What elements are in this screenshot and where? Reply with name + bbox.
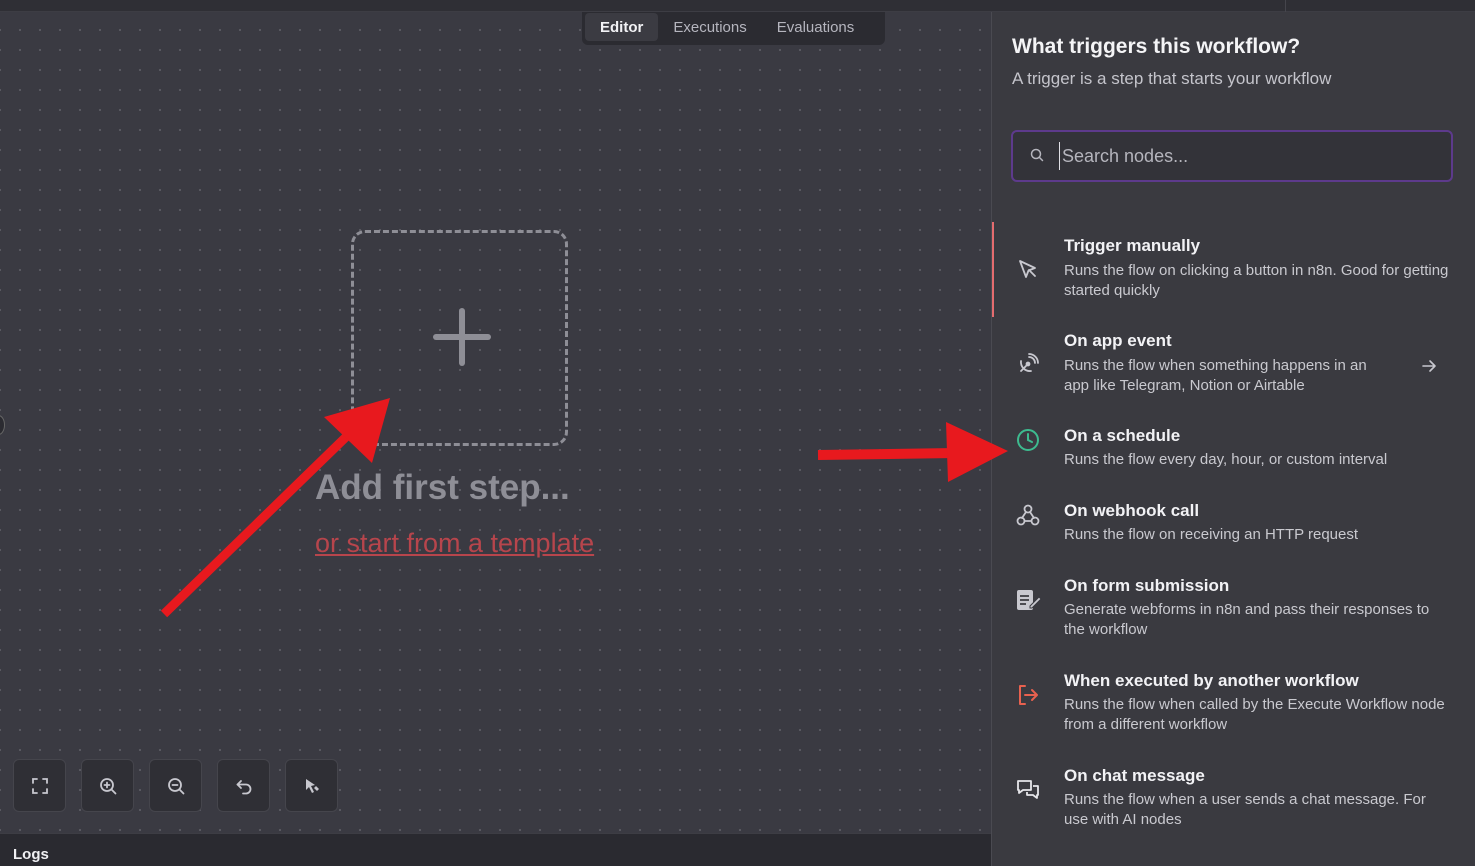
zoom-in-icon — [99, 777, 116, 794]
trigger-item-name: When executed by another workflow — [1064, 671, 1359, 690]
form-icon — [1014, 586, 1042, 614]
chat-icon — [1014, 776, 1042, 804]
trigger-item-desc: Runs the flow when something happens in … — [1064, 357, 1367, 394]
trigger-item-name: On webhook call — [1064, 501, 1200, 520]
arrow-right-icon — [1422, 360, 1436, 372]
trigger-item-desc: Runs the flow when a user sends a chat m… — [1064, 791, 1426, 828]
workflow-canvas[interactable]: Editor Executions Evaluations Add first … — [0, 12, 991, 833]
plus-icon-vertical — [459, 308, 465, 366]
logs-bar[interactable]: Logs — [0, 833, 991, 866]
sign-out-icon — [1014, 681, 1042, 709]
search-icon — [1030, 148, 1044, 162]
trigger-item-name: On form submission — [1064, 576, 1230, 595]
tab-executions[interactable]: Executions — [658, 13, 761, 41]
trigger-item-desc: Runs the flow when called by the Execute… — [1064, 696, 1445, 733]
top-bar — [0, 0, 1475, 12]
webhook-icon — [1014, 501, 1042, 529]
canvas-edge-handle[interactable] — [0, 415, 5, 435]
trigger-item-desc: Generate webforms in n8n and pass their … — [1064, 601, 1430, 638]
tab-editor[interactable]: Editor — [585, 13, 659, 41]
zoom-out-button[interactable] — [149, 759, 202, 812]
tab-evaluations[interactable]: Evaluations — [762, 13, 870, 41]
view-tabs: Editor Executions Evaluations — [582, 12, 885, 45]
trigger-item-name: On chat message — [1064, 766, 1205, 785]
search-box[interactable] — [1011, 130, 1453, 182]
tidy-up-button[interactable] — [285, 759, 338, 812]
top-bar-divider — [1285, 0, 1286, 12]
canvas-controls — [13, 759, 338, 812]
fit-view-icon — [31, 777, 48, 794]
cursor-icon — [1014, 255, 1042, 283]
add-first-step-button[interactable] — [351, 230, 568, 446]
undo-icon — [236, 779, 251, 794]
satellite-dish-icon — [1014, 350, 1042, 378]
trigger-item-app-event[interactable]: On app event Runs the flow when somethin… — [992, 317, 1475, 412]
trigger-item-desc: Runs the flow on receiving an HTTP reque… — [1064, 526, 1359, 543]
trigger-item-exec-workflow[interactable]: When executed by another workflow Runs t… — [992, 657, 1475, 752]
trigger-item-chat[interactable]: On chat message Runs the flow when a use… — [992, 752, 1475, 847]
start-from-template-link[interactable]: or start from a template — [315, 528, 594, 559]
trigger-item-manual[interactable]: Trigger manually Runs the flow on clicki… — [992, 222, 1475, 317]
undo-button[interactable] — [217, 759, 270, 812]
search-input[interactable] — [1059, 142, 1439, 170]
trigger-item-desc: Runs the flow on clicking a button in n8… — [1064, 262, 1449, 299]
trigger-panel: What triggers this workflow? A trigger i… — [991, 12, 1475, 866]
trigger-list: Trigger manually Runs the flow on clicki… — [992, 222, 1475, 847]
add-first-step-label: Add first step... — [315, 468, 570, 507]
fit-view-button[interactable] — [13, 759, 66, 812]
trigger-item-form[interactable]: On form submission Generate webforms in … — [992, 562, 1475, 657]
trigger-item-schedule[interactable]: On a schedule Runs the flow every day, h… — [992, 412, 1475, 487]
tidy-up-icon — [305, 778, 319, 793]
trigger-item-desc: Runs the flow every day, hour, or custom… — [1064, 451, 1388, 468]
trigger-item-name: Trigger manually — [1064, 236, 1201, 255]
trigger-item-webhook[interactable]: On webhook call Runs the flow on receivi… — [992, 487, 1475, 562]
zoom-in-button[interactable] — [81, 759, 134, 812]
zoom-out-icon — [167, 777, 184, 794]
trigger-item-name: On app event — [1064, 331, 1172, 350]
panel-subtitle: A trigger is a step that starts your wor… — [1012, 69, 1332, 88]
logs-label: Logs — [13, 846, 49, 863]
panel-title: What triggers this workflow? — [1012, 35, 1301, 58]
clock-icon — [1014, 426, 1042, 454]
trigger-item-name: On a schedule — [1064, 426, 1181, 445]
